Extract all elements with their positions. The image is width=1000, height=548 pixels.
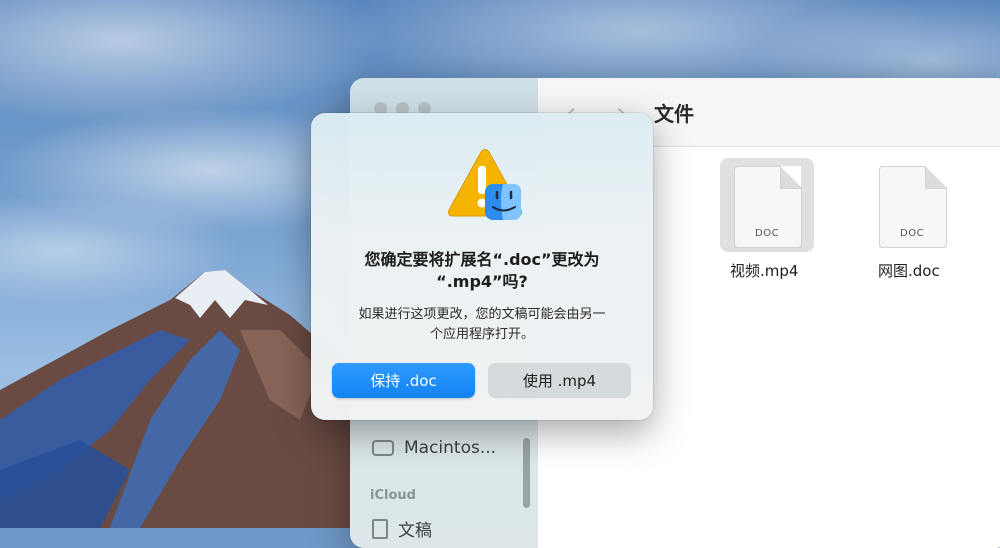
alert-message-line: 个应用程序打开。 bbox=[429, 327, 534, 342]
file-item-image-doc[interactable]: DOC 网图.doc bbox=[863, 158, 973, 288]
sidebar-item-macintosh-hd[interactable]: Macintos... bbox=[372, 438, 496, 458]
rename-extension-alert: 您确定要将扩展名“.doc”更改为 “.mp4”吗? 如果进行这项更改，您的文稿… bbox=[311, 113, 653, 420]
alert-title-line: 您确定要将扩展名“.doc”更改为 bbox=[364, 250, 600, 269]
file-item-video[interactable]: DOC 视频.mp4 bbox=[720, 158, 820, 288]
sidebar-item-label: 文稿 bbox=[398, 521, 432, 541]
page-fold bbox=[780, 166, 801, 189]
use-mp4-button[interactable]: 使用 .mp4 bbox=[488, 363, 631, 398]
sidebar-item-documents[interactable]: 文稿 bbox=[372, 516, 432, 541]
page-fold bbox=[925, 166, 946, 189]
sidebar-section-icloud: iCloud bbox=[370, 488, 416, 503]
alert-title-line: “.mp4”吗? bbox=[436, 272, 528, 291]
document-icon bbox=[372, 518, 388, 539]
alert-message: 如果进行这项更改，您的文稿可能会由另一 个应用程序打开。 bbox=[337, 305, 627, 345]
file-type-label: DOC bbox=[755, 228, 780, 239]
alert-title: 您确定要将扩展名“.doc”更改为 “.mp4”吗? bbox=[331, 249, 633, 293]
window-title: 文件 bbox=[654, 102, 694, 126]
sidebar-scrollbar[interactable] bbox=[523, 438, 530, 508]
sidebar-item-label: Macintos... bbox=[404, 438, 497, 458]
alert-message-line: 如果进行这项更改，您的文稿可能会由另一 bbox=[358, 307, 606, 322]
file-name: 视频.mp4 bbox=[730, 262, 799, 280]
keep-doc-button[interactable]: 保持 .doc bbox=[332, 363, 475, 398]
file-type-label: DOC bbox=[900, 228, 925, 239]
warning-finder-icon bbox=[448, 149, 522, 220]
file-name: 网图.doc bbox=[878, 262, 940, 280]
drive-icon bbox=[372, 440, 394, 456]
